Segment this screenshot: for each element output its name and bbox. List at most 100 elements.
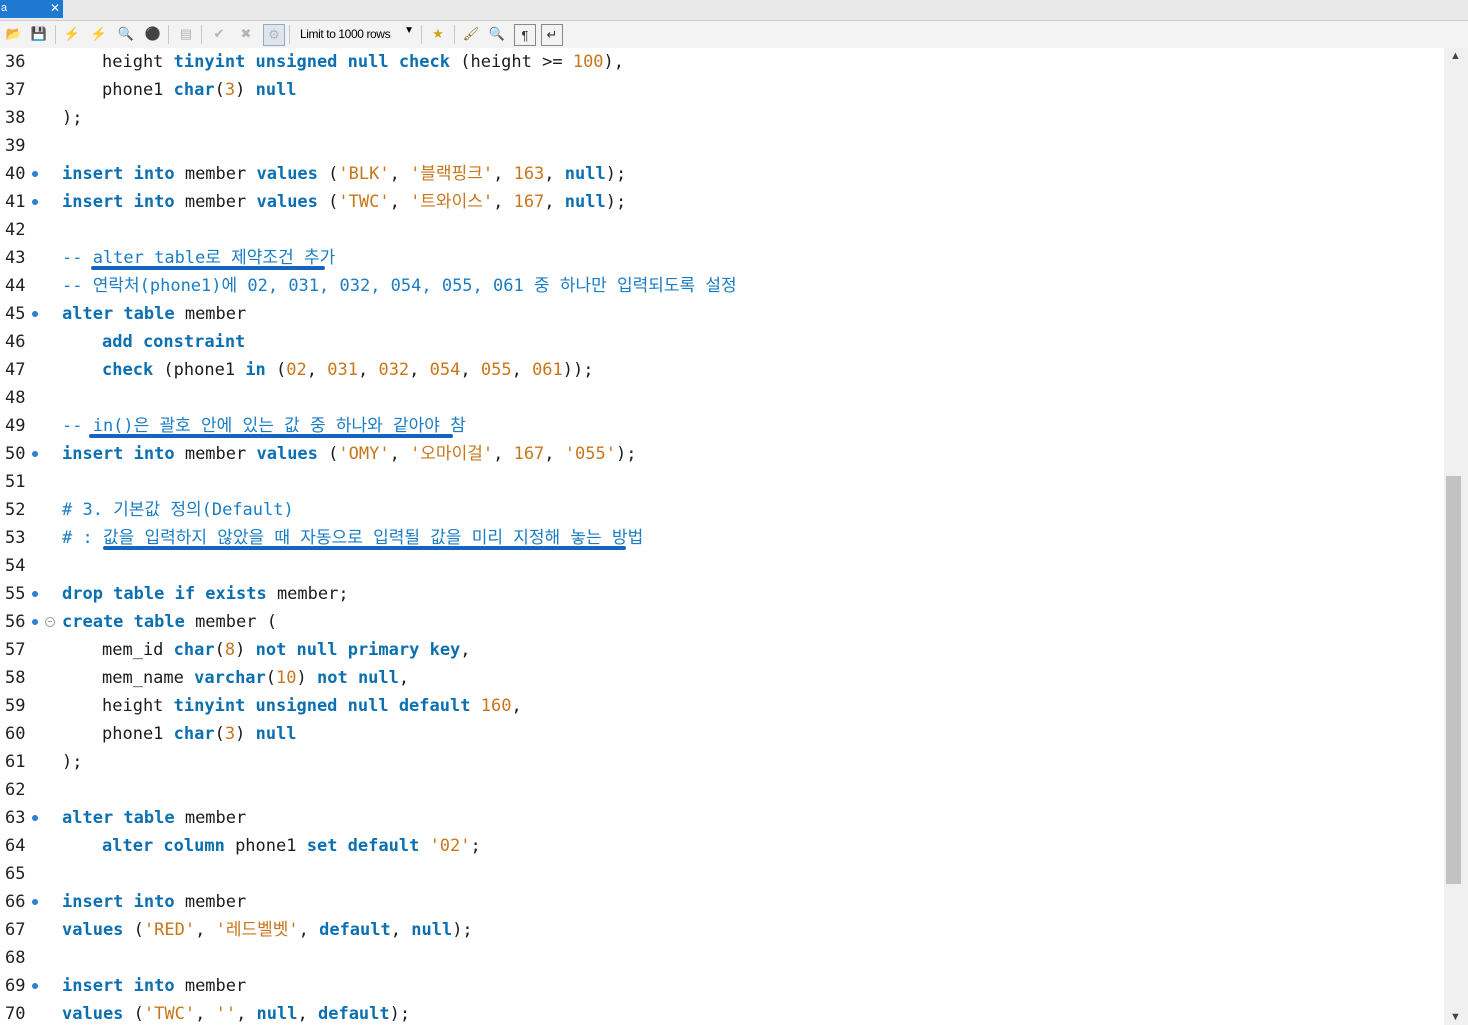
code-line[interactable]: 66 insert into member — [0, 888, 1444, 916]
line-number: 63 — [5, 808, 26, 828]
code-line[interactable]: 64 alter column phone1 set default '02'; — [0, 832, 1444, 860]
code-line[interactable]: 69 insert into member — [0, 972, 1444, 1000]
code-token: '02' — [429, 836, 471, 856]
annotation-underline — [91, 266, 325, 270]
code-line[interactable]: 57 mem_id char(8) not null primary key, — [0, 636, 1444, 664]
code-line[interactable]: 65 — [0, 860, 1444, 888]
folder-open-icon[interactable]: 📂 — [4, 24, 24, 44]
line-number: 68 — [5, 948, 26, 968]
code-text: mem_id char(8) not null primary key, — [102, 636, 471, 664]
code-token: , — [493, 192, 514, 212]
execute-icon[interactable]: ⚡ — [62, 24, 82, 44]
line-number: 60 — [5, 724, 26, 744]
code-line[interactable]: 61); — [0, 748, 1444, 776]
code-token: '블랙핑크' — [410, 164, 494, 184]
line-number: 65 — [5, 864, 26, 884]
scroll-up-icon[interactable]: ▲ — [1450, 50, 1461, 62]
code-line[interactable]: 40 insert into member values ('BLK', '블랙핑… — [0, 160, 1444, 188]
stop-icon[interactable]: ⚫ — [143, 24, 163, 44]
code-line[interactable]: 67 values ('RED', '레드벨벳', default, null); — [0, 916, 1444, 944]
close-icon[interactable]: ✕ — [50, 1, 60, 15]
line-number: 40 — [5, 164, 26, 184]
code-token: set default — [306, 836, 420, 856]
rollback-icon[interactable]: ✖ — [236, 24, 256, 44]
scroll-down-icon[interactable]: ▼ — [1450, 1011, 1461, 1023]
code-token: values — [62, 1004, 124, 1024]
code-line[interactable]: 45 alter table member — [0, 300, 1444, 328]
code-token: ); — [605, 164, 627, 184]
code-line[interactable]: 44 -- 연락처(phone1)에 02, 031, 032, 054, 055… — [0, 272, 1444, 300]
fold-toggle-icon[interactable]: − — [45, 617, 55, 627]
code-line[interactable]: 47 check (phone1 in (02, 031, 032, 054, 0… — [0, 356, 1444, 384]
code-token: ( — [214, 80, 225, 100]
code-token: member — [174, 164, 257, 184]
code-line[interactable]: 55 drop table if exists member; — [0, 580, 1444, 608]
tab-query[interactable]: a ✕ — [0, 0, 63, 18]
code-token: , — [236, 1004, 257, 1024]
find-icon[interactable]: 🔍 — [487, 24, 507, 44]
code-line[interactable]: 39 — [0, 132, 1444, 160]
code-line[interactable]: 42 — [0, 216, 1444, 244]
wrap-icon[interactable]: ↵ — [541, 24, 563, 46]
code-token: member — [174, 304, 247, 324]
sql-editor[interactable]: 36 height tinyint unsigned null check (he… — [0, 48, 1444, 1025]
code-line[interactable]: 60 phone1 char(3) null — [0, 720, 1444, 748]
code-token: , — [398, 668, 410, 688]
code-line[interactable]: 48 — [0, 384, 1444, 412]
vertical-scrollbar[interactable]: ▲ ▼ — [1444, 48, 1468, 1025]
code-line[interactable]: 59 height tinyint unsigned null default 1… — [0, 692, 1444, 720]
code-line[interactable]: 52 # 3. 기본값 정의(Default) — [0, 496, 1444, 524]
code-text: insert into member values ('OMY', '오마이걸'… — [62, 440, 636, 468]
commit-icon[interactable]: ✔ — [209, 24, 229, 44]
execute-current-icon[interactable]: ⚡ — [89, 24, 109, 44]
code-line[interactable]: 56 − create table member ( — [0, 608, 1444, 636]
code-line[interactable]: 62 — [0, 776, 1444, 804]
code-token: , — [195, 1004, 216, 1024]
code-line[interactable]: 68 — [0, 944, 1444, 972]
invisibles-icon[interactable]: ¶ — [514, 24, 536, 46]
bookmark-icon[interactable]: ★ — [428, 24, 448, 44]
code-token: ); — [452, 920, 473, 940]
statement-marker-icon — [32, 815, 38, 821]
code-token: null — [411, 920, 453, 940]
save-icon[interactable]: 💾 — [29, 24, 49, 44]
autocommit-icon[interactable]: ⚙ — [263, 24, 285, 46]
code-line[interactable]: 58 mem_name varchar(10) not null, — [0, 664, 1444, 692]
toolbar-separator — [421, 25, 422, 44]
code-token: 167 — [513, 444, 545, 464]
code-line[interactable]: 70 values ('TWC', '', null, default); — [0, 1000, 1444, 1025]
explain-icon[interactable]: 🔍 — [116, 24, 136, 44]
code-token: member — [174, 192, 257, 212]
code-text: create table member ( — [62, 608, 277, 636]
line-number: 50 — [5, 444, 26, 464]
code-token: , — [306, 360, 328, 380]
line-number: 64 — [5, 836, 26, 856]
code-token: , — [298, 920, 320, 940]
code-token: null — [255, 80, 297, 100]
code-line[interactable]: 37 phone1 char(3) null — [0, 76, 1444, 104]
code-token: , — [357, 360, 379, 380]
statement-marker-icon — [32, 983, 38, 989]
code-line[interactable]: 63 alter table member — [0, 804, 1444, 832]
scrollbar-thumb[interactable] — [1446, 476, 1461, 884]
code-line[interactable]: 50 insert into member values ('OMY', '오마이… — [0, 440, 1444, 468]
code-line[interactable]: 41 insert into member values ('TWC', '트와이… — [0, 188, 1444, 216]
code-token: ( — [265, 360, 287, 380]
code-token: null — [255, 724, 297, 744]
limit-rows-select[interactable]: Limit to 1000 rows ▼ — [295, 24, 417, 44]
toggle-output-icon[interactable]: ▤ — [176, 24, 196, 44]
code-line[interactable]: 38); — [0, 104, 1444, 132]
code-token: in — [245, 360, 266, 380]
line-number: 37 — [5, 80, 26, 100]
code-token: null — [256, 1004, 298, 1024]
code-line[interactable]: 36 height tinyint unsigned null check (he… — [0, 48, 1444, 76]
code-text: alter column phone1 set default '02'; — [102, 832, 481, 860]
line-number: 47 — [5, 360, 26, 380]
code-line[interactable]: 46 add constraint — [0, 328, 1444, 356]
line-number: 70 — [5, 1004, 26, 1024]
code-token: 8 — [224, 640, 236, 660]
code-line[interactable]: 51 — [0, 468, 1444, 496]
code-text: phone1 char(3) null — [102, 720, 297, 748]
beautify-icon[interactable]: 🖌 — [461, 24, 481, 44]
code-line[interactable]: 54 — [0, 552, 1444, 580]
